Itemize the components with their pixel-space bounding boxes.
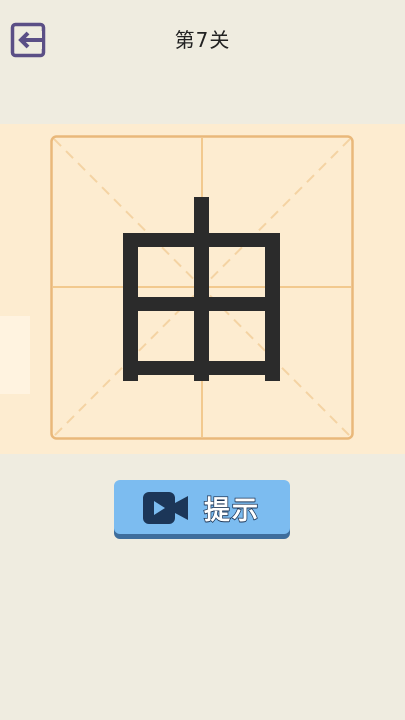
video-camera-icon [143,492,188,524]
character-glyph [123,197,280,381]
side-tab [0,316,30,394]
game-screen: 第7关 提示 [0,0,405,720]
writing-grid [50,135,354,440]
level-title: 第7关 [174,28,231,52]
hint-button-face: 提示 [114,480,290,534]
hint-button[interactable]: 提示 [114,480,290,540]
hint-label: 提示 [203,495,261,527]
